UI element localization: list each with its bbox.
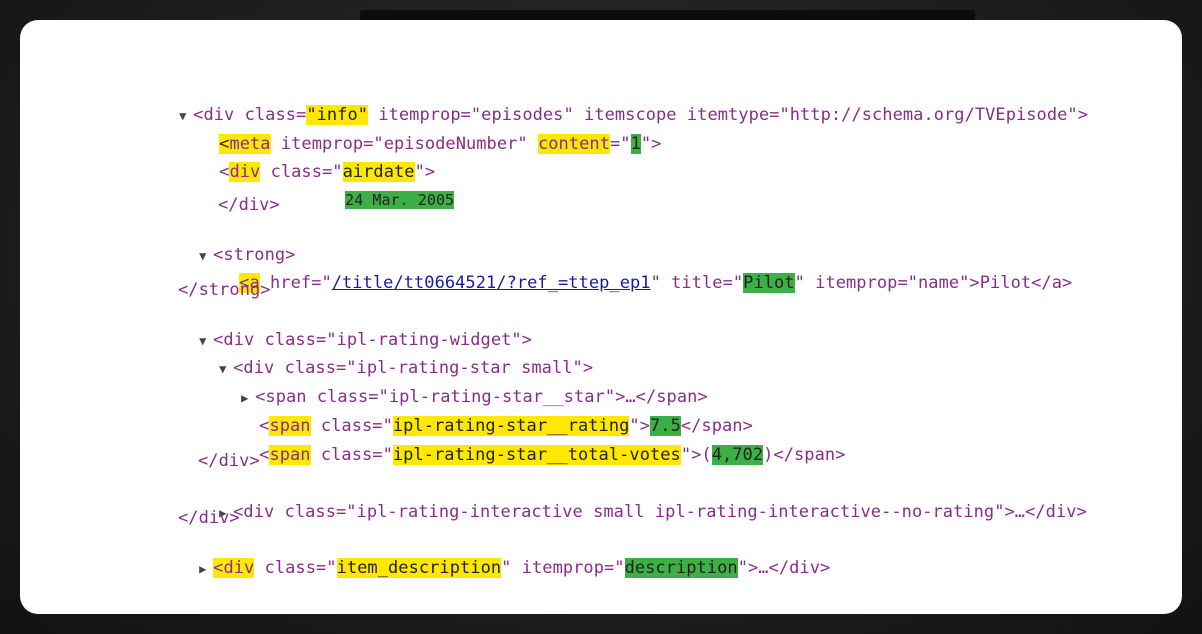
dom-node-votes-span[interactable]: <span class="ipl-rating-star__total-vote… <box>218 422 845 465</box>
href-link[interactable]: /title/tt0664521/?ref_=ttep_ep1 <box>332 273 651 293</box>
dom-node-rating-interactive[interactable]: ▶ <div class="ipl-rating-interactive smal… <box>178 479 1087 522</box>
highlight-title: Pilot <box>743 273 795 293</box>
highlight-votes: 4,702 <box>711 445 764 465</box>
dom-node-star-span[interactable]: ▶ <span class="ipl-rating-star__star">…</… <box>200 364 708 407</box>
triangle-right-icon[interactable]: ▶ <box>199 558 213 580</box>
dom-node-meta[interactable]: <meta itemprop="episodeNumber" content="… <box>178 111 661 154</box>
closing-div: </div> <box>178 508 240 528</box>
dom-node-div-info[interactable]: ▼ <div class="info" itemprop="episodes" i… <box>138 82 1088 125</box>
closing-strong: </strong> <box>178 280 271 300</box>
highlight-airdate: 24 Mar. 2005 <box>345 191 455 209</box>
dom-node-rating-span[interactable]: <span class="ipl-rating-star__rating">7.… <box>218 393 753 436</box>
code-card: ▼ <div class="info" itemprop="episodes" i… <box>20 20 1182 614</box>
dom-node-div-airdate[interactable]: <div class="airdate"> <box>178 139 435 182</box>
closing-div: </div> <box>198 451 260 471</box>
highlight-episode-number: 1 <box>630 134 641 154</box>
airdate-text: 24 Mar. 2005 <box>304 167 455 209</box>
closing-div: </div> <box>218 195 280 215</box>
dom-node-strong[interactable]: ▼ <strong> <box>158 222 295 265</box>
dom-node-a[interactable]: <a href="/title/tt0664521/?ref_=ttep_ep1… <box>198 250 1072 293</box>
dom-node-item-description[interactable]: ▶ <div class="item_description" itemprop=… <box>158 535 830 578</box>
highlight-description: description <box>624 558 738 578</box>
dom-node-rating-star[interactable]: ▼ <div class="ipl-rating-star small"> <box>178 335 593 378</box>
dom-node-rating-widget[interactable]: ▼ <div class="ipl-rating-widget"> <box>158 307 532 350</box>
